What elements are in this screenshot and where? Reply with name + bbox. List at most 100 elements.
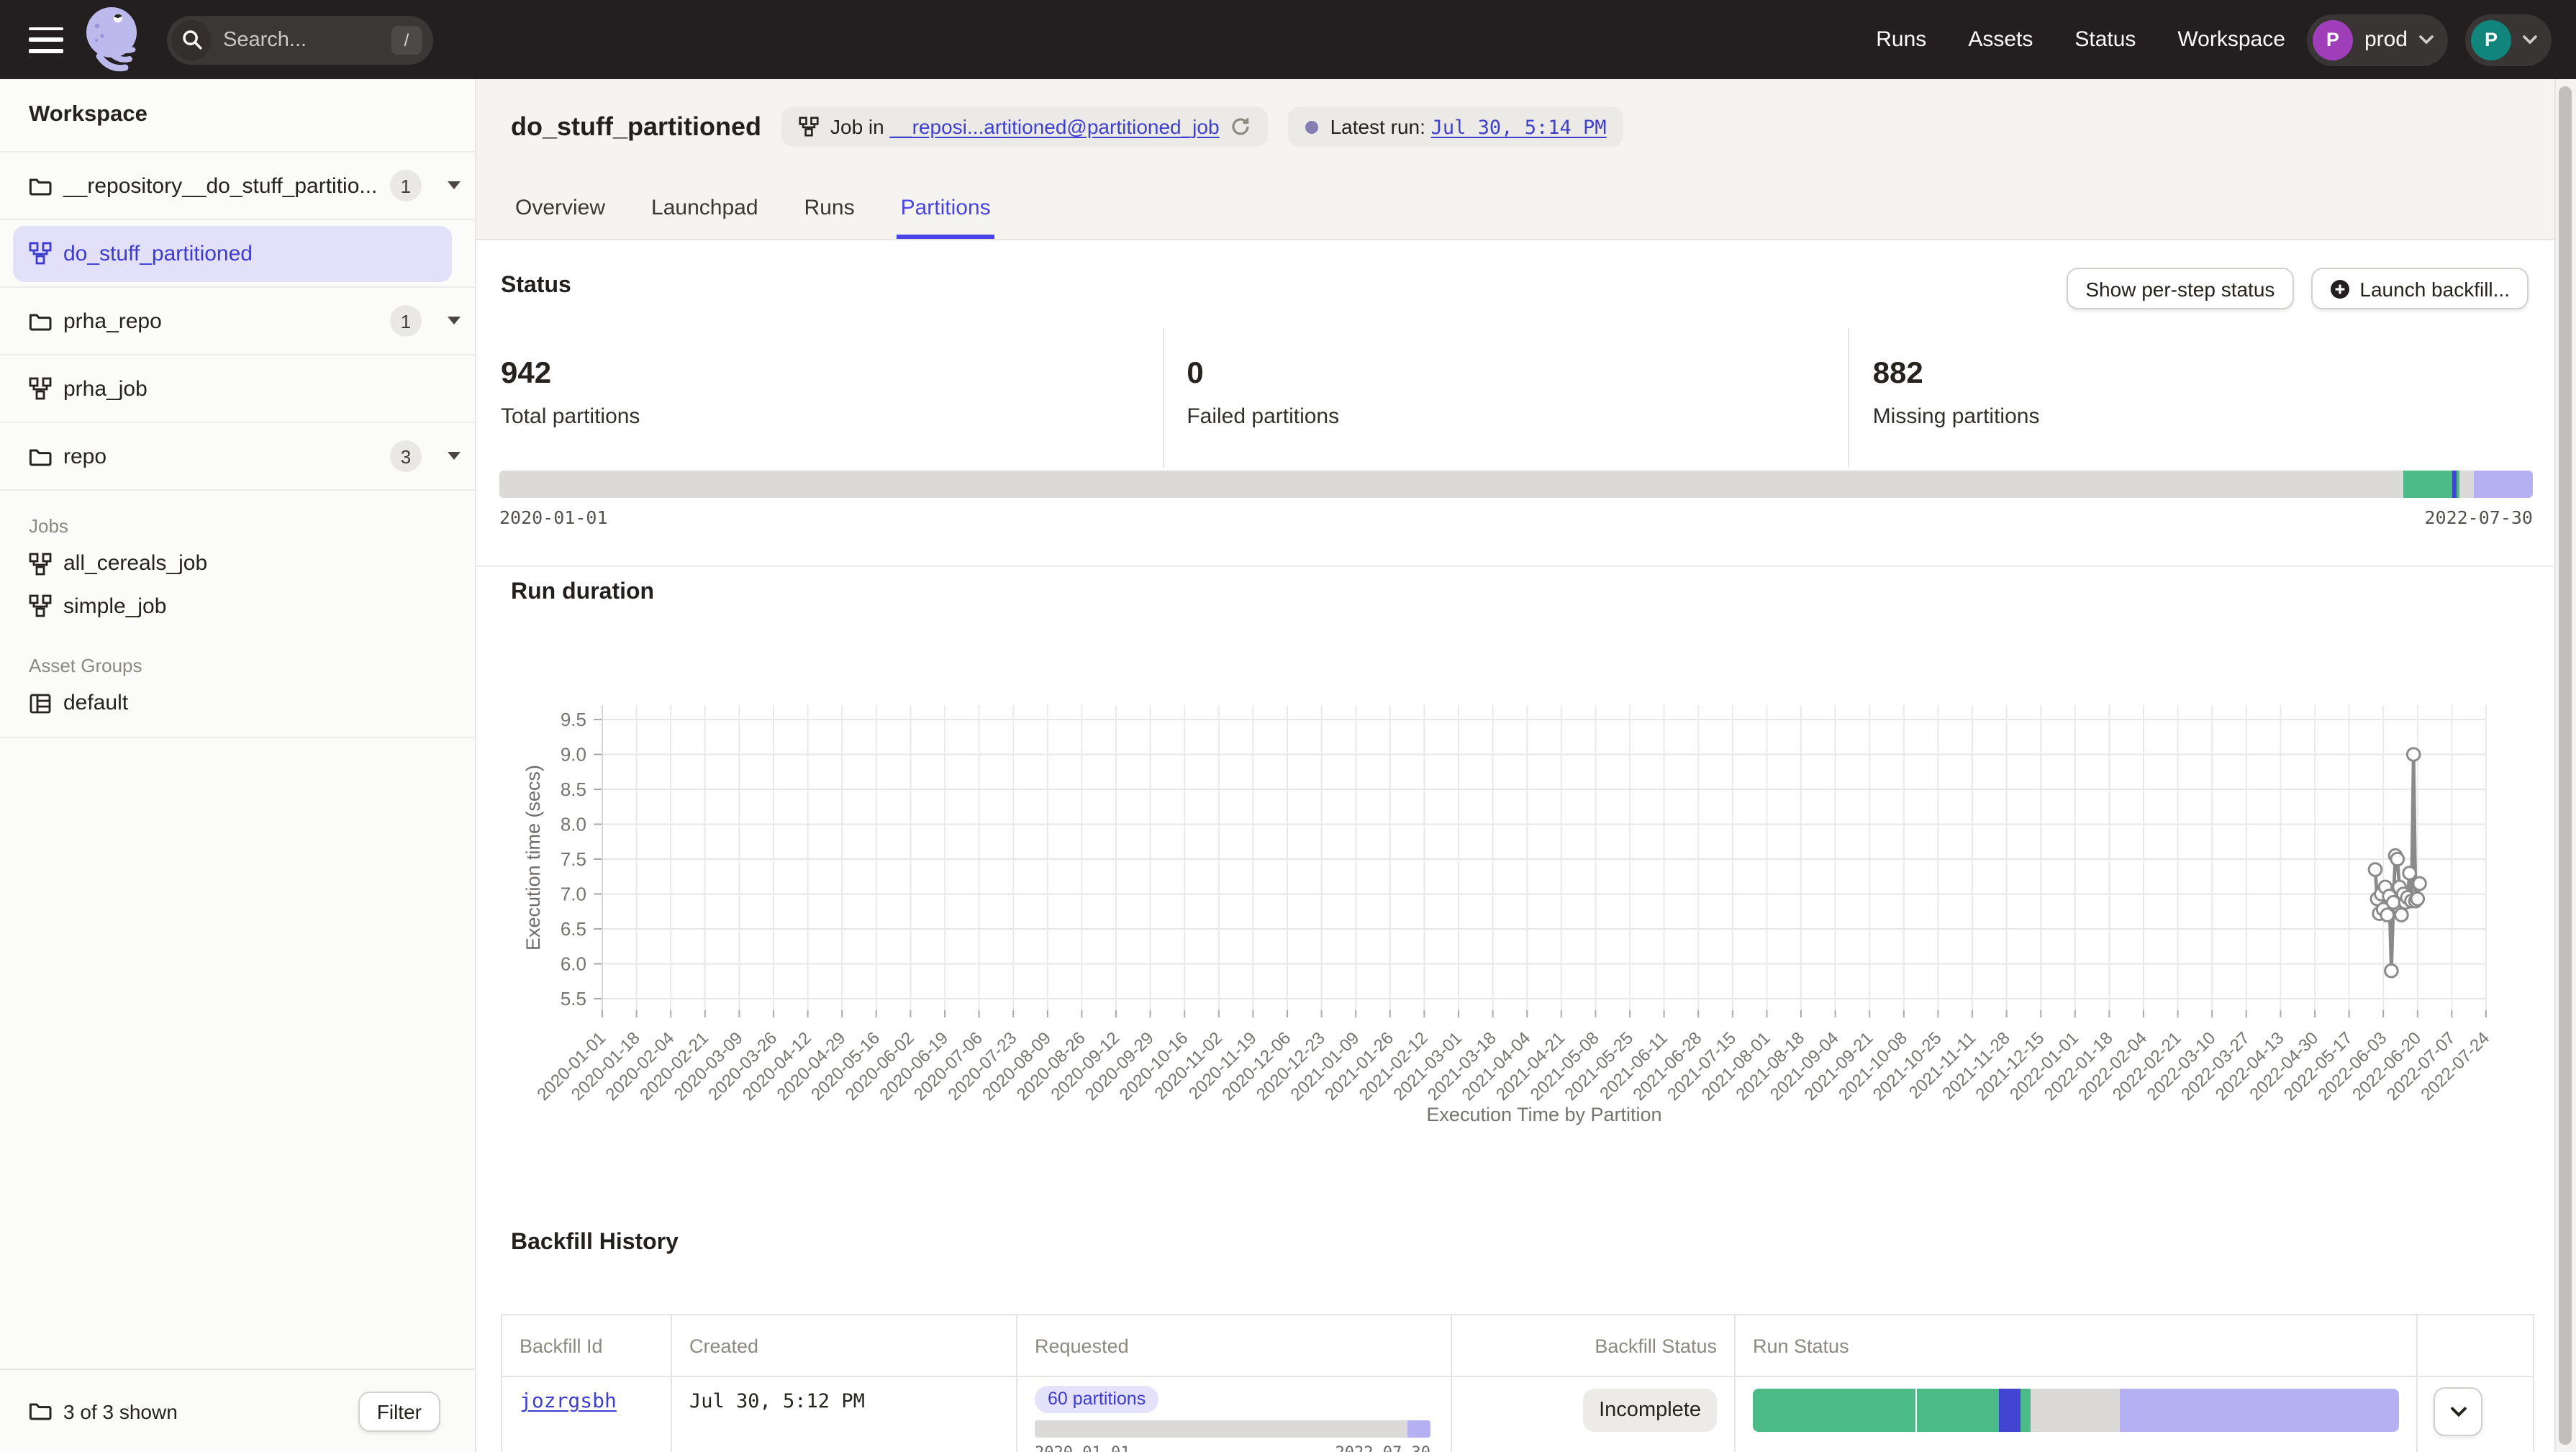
tab-launchpad[interactable]: Launchpad — [647, 196, 763, 239]
col-created: Created — [672, 1315, 1017, 1376]
caret-down-icon[interactable] — [448, 452, 461, 460]
job-icon — [29, 595, 52, 618]
segment-green — [2021, 1389, 2031, 1432]
search-shortcut-badge: / — [391, 25, 422, 54]
scrollbar-thumb[interactable] — [2559, 86, 2572, 1445]
count-badge: 1 — [390, 170, 422, 201]
sidebar-title: Workspace — [29, 102, 148, 128]
chevron-down-icon — [2419, 35, 2434, 45]
stat-missing-partitions: 882 Missing partitions — [1849, 328, 2534, 468]
svg-text:6.5: 6.5 — [561, 918, 586, 940]
range-start: 2020-01-01 — [499, 507, 608, 528]
sidebar-item-do-stuff-partitioned[interactable]: do_stuff_partitioned — [13, 225, 452, 281]
sidebar-item-prha-job[interactable]: prha_job — [0, 355, 475, 423]
nav-runs[interactable]: Runs — [1876, 27, 1926, 52]
backfill-created: Jul 30, 5:12 PM — [689, 1390, 865, 1413]
tab-runs[interactable]: Runs — [800, 196, 859, 239]
stat-total-partitions: 942 Total partitions — [501, 328, 1162, 468]
col-backfill-id: Backfill Id — [502, 1315, 672, 1376]
repo-label: repo — [63, 444, 106, 468]
expand-row-button[interactable] — [2434, 1387, 2482, 1436]
svg-text:9.5: 9.5 — [561, 709, 586, 730]
run-status-dot — [1306, 120, 1319, 133]
folder-icon — [29, 175, 52, 196]
jobs-section-label: Jobs — [0, 508, 475, 543]
user-avatar: P — [2471, 19, 2511, 60]
nav-links: Runs Assets Status Workspace — [1876, 27, 2285, 52]
table-header-row: Backfill Id Created Requested Backfill S… — [502, 1315, 2532, 1377]
repos-shown-count: 3 of 3 shown — [63, 1399, 178, 1422]
partition-status-bar[interactable] — [499, 471, 2533, 498]
sidebar-repo-prha-repo[interactable]: prha_repo 1 — [0, 288, 475, 355]
svg-text:Execution Time by Partition: Execution Time by Partition — [1426, 1104, 1661, 1125]
svg-text:6.0: 6.0 — [561, 953, 586, 975]
svg-text:8.5: 8.5 — [561, 779, 586, 800]
menu-icon[interactable] — [29, 27, 63, 53]
nav-assets[interactable]: Assets — [1968, 27, 2033, 52]
segment-lavender — [2475, 471, 2533, 498]
nav-workspace[interactable]: Workspace — [2177, 27, 2285, 52]
job-tabs: Overview Launchpad Runs Partitions — [511, 196, 995, 239]
segment-green — [1753, 1389, 1915, 1432]
deployment-avatar: P — [2313, 19, 2353, 60]
page-title: do_stuff_partitioned — [511, 112, 761, 142]
deployment-switcher[interactable]: P prod — [2307, 14, 2448, 65]
deployment-label: prod — [2364, 27, 2408, 52]
caret-down-icon[interactable] — [448, 181, 461, 190]
sidebar-repo-repository-do-stuff[interactable]: __repository__do_stuff_partitio... 1 — [0, 153, 475, 220]
dagster-logo[interactable] — [85, 6, 142, 78]
partition-bar-range: 2020-01-01 2022-07-30 — [499, 507, 2533, 528]
segment-lavender — [1407, 1420, 1430, 1438]
plus-circle-icon — [2329, 278, 2349, 299]
job-origin-prefix: Job in — [830, 115, 884, 138]
job-label: all_cereals_job — [63, 552, 207, 576]
latest-run-link[interactable]: Jul 30, 5:14 PM — [1431, 116, 1607, 139]
backfill-id-link[interactable]: jozrgsbh — [520, 1390, 617, 1413]
segment-gray — [499, 471, 2404, 498]
launch-backfill-button[interactable]: Launch backfill... — [2310, 268, 2529, 309]
user-menu[interactable]: P — [2465, 14, 2552, 65]
segment-green — [2404, 471, 2453, 498]
sidebar-item-all-cereals-job[interactable]: all_cereals_job — [0, 543, 475, 585]
caret-down-icon[interactable] — [448, 317, 461, 325]
repo-label: prha_repo — [63, 309, 162, 333]
search-input[interactable]: Search... / — [167, 15, 433, 64]
segment-lavender — [2119, 1389, 2239, 1432]
sidebar-repo-repo[interactable]: repo 3 — [0, 423, 475, 491]
search-icon — [171, 19, 212, 60]
main-content: do_stuff_partitioned Job in __reposi...a… — [476, 79, 2576, 1452]
col-run-status: Run Status — [1736, 1315, 2418, 1376]
run-status-bar[interactable] — [1753, 1389, 2399, 1432]
search-placeholder: Search... — [223, 28, 307, 51]
show-per-step-status-button[interactable]: Show per-step status — [2067, 268, 2293, 309]
job-origin-link[interactable]: __reposi...artitioned@partitioned_job — [890, 115, 1220, 138]
asset-groups-section-label: Asset Groups — [0, 648, 475, 682]
sidebar-footer: 3 of 3 shown Filter — [0, 1369, 475, 1452]
col-actions — [2418, 1315, 2532, 1376]
workspace-sidebar: Workspace __repository__do_stuff_partiti… — [0, 79, 476, 1452]
folder-icon — [29, 445, 52, 467]
tab-partitions[interactable]: Partitions — [897, 196, 995, 239]
tab-overview[interactable]: Overview — [511, 196, 609, 239]
latest-run-badge: Latest run: Jul 30, 5:14 PM — [1289, 106, 1624, 147]
top-nav: Search... / Runs Assets Status Workspace… — [0, 0, 2576, 79]
job-label: prha_job — [63, 376, 148, 401]
refresh-icon[interactable] — [1231, 117, 1251, 137]
svg-text:7.0: 7.0 — [561, 884, 586, 905]
sidebar-item-default-asset-group[interactable]: default — [0, 682, 475, 725]
svg-text:Execution time (secs): Execution time (secs) — [522, 765, 544, 950]
svg-text:8.0: 8.0 — [561, 814, 586, 835]
filter-button[interactable]: Filter — [358, 1391, 440, 1431]
nav-status[interactable]: Status — [2074, 27, 2136, 52]
partition-stats: 942 Total partitions 0 Failed partitions… — [501, 328, 2534, 468]
col-requested: Requested — [1017, 1315, 1452, 1376]
folder-icon — [29, 1400, 52, 1422]
job-icon — [29, 553, 52, 576]
backfill-history-heading: Backfill History — [511, 1230, 679, 1256]
svg-text:9.0: 9.0 — [561, 744, 586, 766]
sidebar-item-simple-job[interactable]: simple_job — [0, 585, 475, 627]
segment-gray — [2031, 1389, 2119, 1432]
run-duration-heading: Run duration — [511, 580, 654, 606]
svg-text:7.5: 7.5 — [561, 848, 586, 870]
backfill-status-chip: Incomplete — [1583, 1389, 1717, 1432]
